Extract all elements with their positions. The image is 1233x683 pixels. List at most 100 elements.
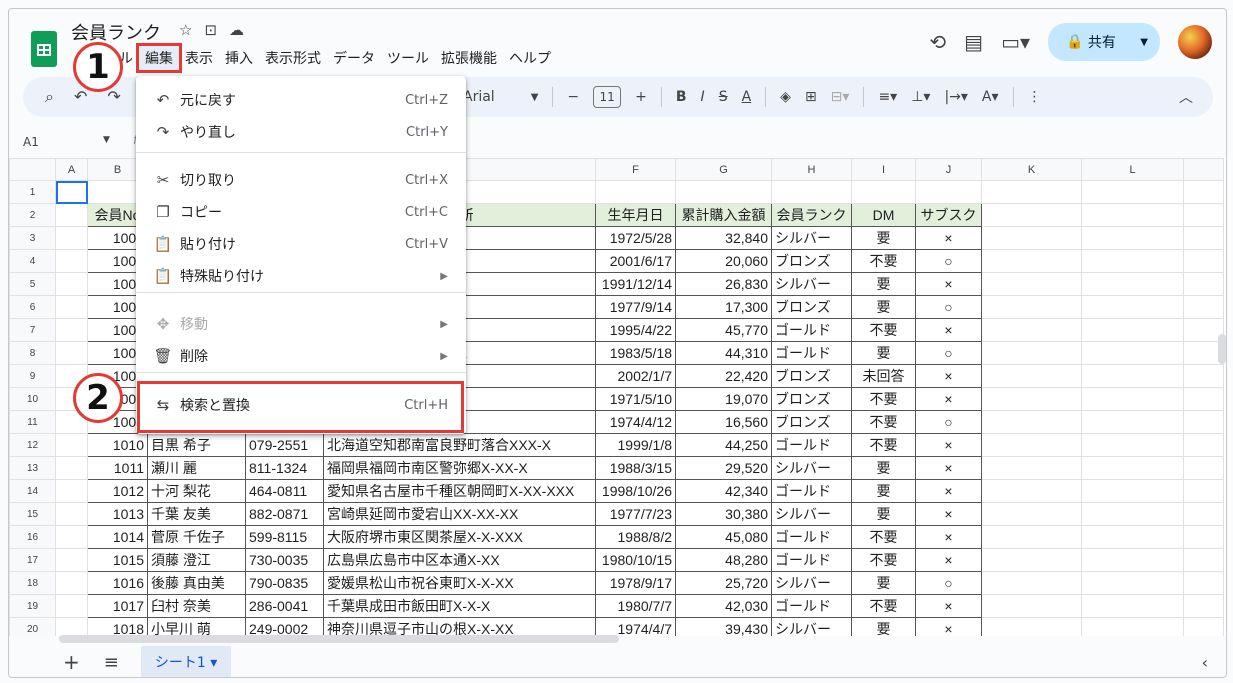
cell[interactable] (1183, 180, 1224, 204)
horizontal-scrollbar[interactable] (59, 635, 619, 643)
data-cell[interactable]: 千葉県成田市飯田町X-X-X (323, 594, 596, 618)
menu-format[interactable]: 表示形式 (259, 46, 327, 70)
cell[interactable] (1183, 548, 1224, 572)
data-cell[interactable]: シルバー (771, 456, 852, 480)
data-cell[interactable]: 臼村 奈美 (147, 594, 246, 618)
data-cell[interactable]: 不要 (851, 548, 916, 572)
cell[interactable] (981, 525, 1082, 549)
decrease-size-icon[interactable]: − (567, 89, 579, 105)
increase-size-icon[interactable]: + (635, 89, 647, 105)
data-cell[interactable]: 不要 (851, 318, 916, 342)
data-cell[interactable]: 32,840 (675, 226, 772, 250)
data-cell[interactable]: 不要 (851, 387, 916, 411)
cell[interactable] (1183, 525, 1224, 549)
cell[interactable] (771, 180, 852, 204)
data-cell[interactable]: 不要 (851, 249, 916, 273)
cell[interactable] (1081, 295, 1184, 319)
redo-toolbar-icon[interactable]: ↷ (107, 87, 120, 107)
data-cell[interactable]: 不要 (851, 525, 916, 549)
data-cell[interactable]: 249-0002 (245, 617, 324, 636)
cell[interactable] (981, 617, 1082, 636)
data-cell[interactable]: 19,070 (675, 387, 772, 411)
cell[interactable] (1183, 571, 1224, 595)
share-button[interactable]: 🔒 共有 ▼ (1048, 23, 1160, 61)
data-cell[interactable]: 30,380 (675, 502, 772, 526)
data-cell[interactable]: 北海道空知郡南富良野町落合XXX-X (323, 433, 596, 457)
column-header[interactable]: H (771, 158, 852, 181)
data-cell[interactable]: 1995/4/22 (595, 318, 676, 342)
data-cell[interactable]: 286-0041 (245, 594, 324, 618)
table-header[interactable]: DM (851, 203, 916, 227)
cell[interactable] (981, 433, 1082, 457)
menu-insert[interactable]: 挿入 (219, 46, 259, 70)
data-cell[interactable]: × (915, 272, 982, 296)
data-cell[interactable]: × (915, 387, 982, 411)
cell[interactable] (1183, 502, 1224, 526)
data-cell[interactable]: 千葉 友美 (147, 502, 246, 526)
data-cell[interactable]: 要 (851, 456, 916, 480)
strikethrough-icon[interactable]: S (719, 89, 728, 105)
data-cell[interactable]: × (915, 617, 982, 636)
data-cell[interactable]: 599-8115 (245, 525, 324, 549)
row-header[interactable]: 8 (9, 341, 56, 365)
cell[interactable] (915, 180, 982, 204)
all-sheets-icon[interactable]: ≡ (104, 652, 119, 673)
cell[interactable] (55, 203, 88, 227)
cell[interactable] (1081, 617, 1184, 636)
menu-item-delete[interactable]: 🗑 削除 ▶ (136, 340, 466, 372)
cell[interactable] (675, 180, 772, 204)
column-header[interactable]: G (675, 158, 772, 181)
data-cell[interactable]: 愛媛県松山市祝谷東町X-X-XX (323, 571, 596, 595)
menu-edit[interactable]: 編集 (136, 43, 182, 73)
data-cell[interactable]: × (915, 479, 982, 503)
collapse-toolbar-icon[interactable]: ︿ (1179, 87, 1193, 107)
data-cell[interactable]: 1998/10/26 (595, 479, 676, 503)
data-cell[interactable]: 2002/1/7 (595, 364, 676, 388)
data-cell[interactable]: ○ (915, 410, 982, 434)
data-cell[interactable]: 不要 (851, 410, 916, 434)
cell[interactable] (55, 548, 88, 572)
data-cell[interactable]: 要 (851, 571, 916, 595)
column-header[interactable]: J (915, 158, 982, 181)
cell[interactable] (981, 180, 1082, 204)
sheet-tab[interactable]: シート1 ▾ (140, 646, 232, 677)
fill-color-icon[interactable]: ◈ (780, 89, 791, 105)
data-cell[interactable]: ゴールド (771, 525, 852, 549)
cloud-status-icon[interactable]: ☁ (229, 21, 256, 39)
cell[interactable] (1183, 456, 1224, 480)
cell[interactable] (981, 410, 1082, 434)
cell[interactable] (1081, 272, 1184, 296)
data-cell[interactable]: ゴールド (771, 548, 852, 572)
data-cell[interactable]: 1012 (87, 479, 148, 503)
cell[interactable] (55, 433, 88, 457)
data-cell[interactable]: 1991/12/14 (595, 272, 676, 296)
data-cell[interactable]: 福岡県福岡市南区警弥郷X-XX-X (323, 456, 596, 480)
cell[interactable] (981, 456, 1082, 480)
data-cell[interactable]: 神奈川県逗子市山の根X-X-XX (323, 617, 596, 636)
column-header[interactable]: I (851, 158, 916, 181)
data-cell[interactable]: 1018 (87, 617, 148, 636)
document-title[interactable]: 会員ランク (71, 19, 161, 45)
data-cell[interactable]: シルバー (771, 571, 852, 595)
data-cell[interactable]: × (915, 318, 982, 342)
cell[interactable] (1183, 272, 1224, 296)
cell[interactable] (55, 571, 88, 595)
cell[interactable] (981, 249, 1082, 273)
cell[interactable] (1081, 479, 1184, 503)
data-cell[interactable]: 42,030 (675, 594, 772, 618)
data-cell[interactable]: 要 (851, 272, 916, 296)
cell[interactable] (1183, 387, 1224, 411)
data-cell[interactable]: × (915, 502, 982, 526)
row-header[interactable]: 10 (9, 387, 56, 411)
data-cell[interactable]: 要 (851, 341, 916, 365)
data-cell[interactable]: 17,300 (675, 295, 772, 319)
data-cell[interactable]: 42,340 (675, 479, 772, 503)
cell[interactable] (1081, 525, 1184, 549)
menu-view[interactable]: 表示 (179, 46, 219, 70)
data-cell[interactable]: 須藤 澄江 (147, 548, 246, 572)
cell[interactable] (1081, 410, 1184, 434)
menu-item-copy[interactable]: ❐ コピー Ctrl+C (136, 196, 466, 228)
cell[interactable] (1081, 249, 1184, 273)
cell[interactable] (1183, 226, 1224, 250)
data-cell[interactable]: 079-2551 (245, 433, 324, 457)
